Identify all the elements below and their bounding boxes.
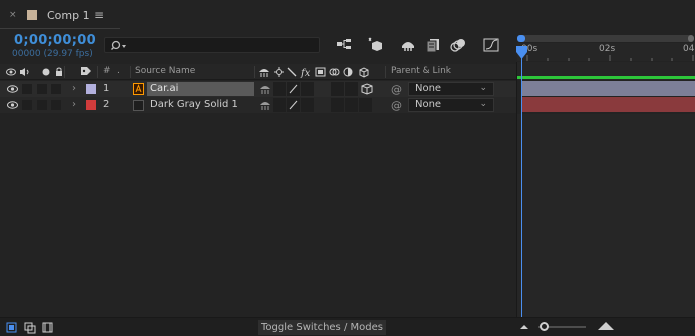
- motion-blur-switch[interactable]: [345, 82, 358, 96]
- layer-column-header: # . Source Name fx Parent & Link: [0, 64, 516, 80]
- svg-text:fx: fx: [300, 68, 311, 78]
- eye-icon[interactable]: [7, 85, 18, 93]
- frame-blend-switch[interactable]: [331, 82, 344, 96]
- toggle-switches-modes-button[interactable]: Toggle Switches / Modes: [258, 320, 386, 335]
- layer-name[interactable]: Dark Gray Solid 1: [147, 98, 254, 112]
- parent-select[interactable]: None ⌄: [408, 98, 494, 112]
- current-time-display[interactable]: 0;00;00;00: [14, 33, 96, 48]
- audio-switch[interactable]: [22, 84, 32, 94]
- layer-search-input[interactable]: [104, 37, 320, 53]
- solid-layer-icon: [133, 100, 144, 111]
- column-dot: .: [117, 66, 120, 76]
- collapse-switch[interactable]: [273, 82, 286, 96]
- playhead-line: [521, 48, 522, 318]
- pick-whip-icon[interactable]: @: [391, 99, 402, 112]
- motion-blur-icon[interactable]: [449, 36, 467, 54]
- effects-switch[interactable]: [301, 98, 314, 112]
- zoom-slider-handle[interactable]: [540, 322, 549, 331]
- tick-label: 02s: [599, 44, 616, 54]
- draft-3d-icon[interactable]: [367, 36, 385, 54]
- effects-switch[interactable]: [301, 82, 314, 96]
- layer-row[interactable]: › 2 Dark Gray Solid 1 @ None ⌄: [0, 97, 516, 113]
- tab-comp-title[interactable]: Comp 1: [47, 9, 90, 22]
- av-feature-switch-icons: [6, 67, 62, 76]
- search-icon: [111, 40, 126, 50]
- time-navigator-bar[interactable]: [517, 35, 694, 42]
- comp-color-swatch: [27, 10, 37, 20]
- column-separator: [130, 66, 131, 78]
- layer-list-empty-area: [0, 114, 516, 317]
- pick-whip-icon[interactable]: @: [391, 83, 402, 96]
- timeline-footer: Toggle Switches / Modes: [0, 317, 695, 336]
- comp-flowchart-icon[interactable]: [335, 36, 353, 54]
- motion-blur-switch[interactable]: [345, 98, 358, 112]
- solo-switch[interactable]: [37, 84, 47, 94]
- playhead-handle[interactable]: [516, 46, 527, 59]
- layer-duration-bar[interactable]: [521, 81, 695, 96]
- lock-switch[interactable]: [51, 84, 61, 94]
- timeline-empty-area: [517, 114, 695, 317]
- layer-row[interactable]: › 1 Car.ai @ None ⌄: [0, 81, 516, 97]
- chevron-down-icon: ⌄: [479, 83, 487, 93]
- zoom-in-icon[interactable]: [598, 321, 616, 331]
- column-separator: [64, 66, 65, 78]
- quality-switch[interactable]: [287, 98, 300, 112]
- parent-select[interactable]: None ⌄: [408, 82, 494, 96]
- chevron-right-icon[interactable]: ›: [72, 99, 76, 110]
- graph-editor-icon[interactable]: [482, 36, 500, 54]
- lock-switch[interactable]: [51, 100, 61, 110]
- time-navigator-end-handle[interactable]: [688, 35, 694, 42]
- work-area-bar[interactable]: [517, 76, 695, 79]
- shy-switch-icon[interactable]: [259, 100, 271, 110]
- column-separator: [385, 66, 386, 78]
- ruler-ticks: [526, 55, 694, 61]
- frame-rate-display: 00000 (29.97 fps): [12, 49, 93, 59]
- layer-index: 2: [103, 99, 110, 110]
- time-ruler[interactable]: 00s 02s 04: [517, 43, 695, 61]
- source-name-column-header[interactable]: Source Name: [135, 66, 195, 76]
- label-color-swatch[interactable]: [86, 84, 96, 94]
- label-column-icon: [81, 67, 91, 75]
- layer-index: 1: [103, 83, 110, 94]
- zoom-out-icon[interactable]: [520, 323, 530, 331]
- time-navigator-start-handle[interactable]: [517, 35, 525, 42]
- panel-tab-bar: × Comp 1 ≡: [0, 0, 695, 30]
- chevron-right-icon[interactable]: ›: [72, 83, 76, 94]
- tick-label: 04: [683, 44, 695, 54]
- quality-slash-icon: [289, 100, 298, 110]
- chevron-down-icon: ⌄: [479, 99, 487, 109]
- quality-slash-icon: [289, 84, 298, 94]
- layer-name[interactable]: Car.ai: [147, 82, 254, 96]
- eye-icon[interactable]: [7, 101, 18, 109]
- number-column-header[interactable]: #: [103, 66, 111, 76]
- column-separator: [97, 66, 98, 78]
- column-separator: [254, 66, 255, 78]
- frame-blend-switch[interactable]: [331, 98, 344, 112]
- footer-toggle-icons[interactable]: [6, 321, 54, 334]
- close-tab-icon[interactable]: ×: [9, 10, 17, 20]
- panel-menu-icon[interactable]: ≡: [94, 8, 104, 22]
- panel-divider[interactable]: [516, 62, 517, 317]
- collapse-switch[interactable]: [273, 98, 286, 112]
- audio-switch[interactable]: [22, 100, 32, 110]
- solo-switch[interactable]: [37, 100, 47, 110]
- 3d-layer-icon[interactable]: [361, 83, 373, 95]
- shy-layers-icon[interactable]: [399, 36, 417, 54]
- shy-switch-icon[interactable]: [259, 84, 271, 94]
- frame-blending-icon[interactable]: [424, 36, 442, 54]
- layer-duration-bar[interactable]: [521, 97, 695, 112]
- 3d-layer-switch[interactable]: [359, 98, 372, 112]
- tab-underline: [0, 28, 120, 29]
- parent-select-value: None: [415, 83, 442, 94]
- label-color-swatch[interactable]: [86, 100, 96, 110]
- parent-select-value: None: [415, 99, 442, 110]
- illustrator-file-icon: [133, 83, 144, 95]
- parent-link-column-header[interactable]: Parent & Link: [391, 66, 451, 76]
- layer-switches-header-icons: fx: [259, 67, 369, 78]
- quality-switch[interactable]: [287, 82, 300, 96]
